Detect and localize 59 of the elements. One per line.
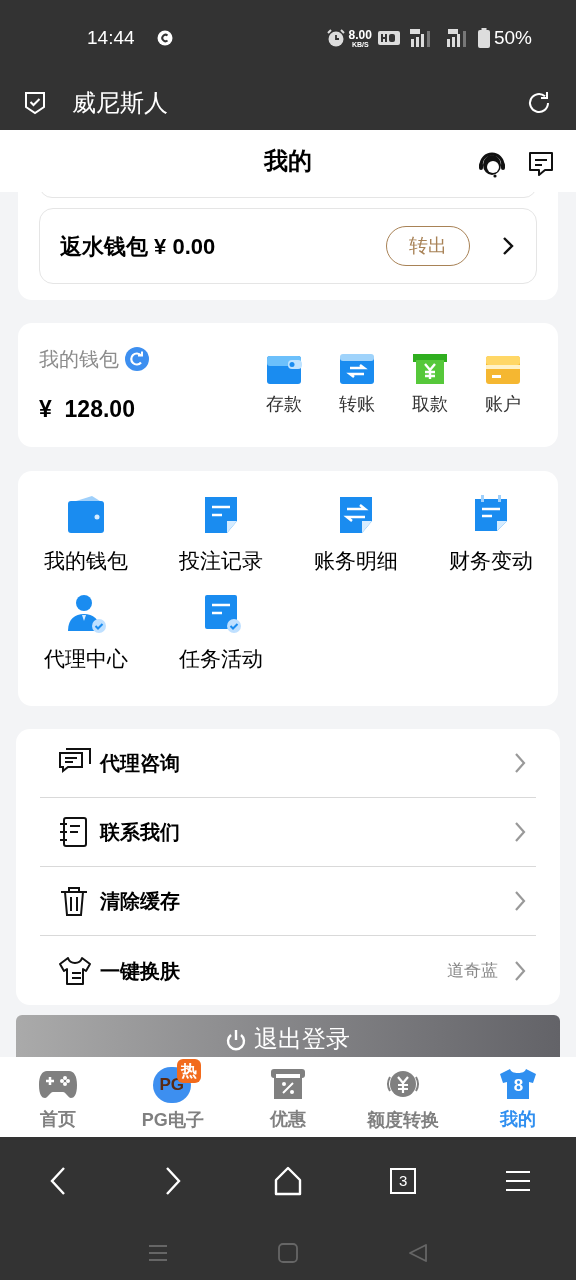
chevron-right-icon (514, 959, 526, 982)
wallet-action-link[interactable]: 转账 (339, 391, 376, 418)
home-button-icon[interactable] (278, 1242, 298, 1263)
wallet-title: 我的钱包 (39, 346, 119, 372)
discount-box-icon (270, 1067, 306, 1100)
chevron-right-icon[interactable] (502, 236, 514, 256)
signal-icon (409, 29, 432, 47)
tabs-counter[interactable]: 3 (390, 1168, 417, 1194)
menu-label: 清除缓存 (100, 889, 180, 914)
shirt-icon (58, 954, 92, 987)
menu-item[interactable]: 代理咨询 (40, 729, 536, 798)
menu-item[interactable]: 一键换肤 道奇蓝 (40, 936, 536, 1005)
chevron-right-icon (514, 890, 526, 912)
message-icon[interactable] (528, 151, 554, 177)
chevron-right-icon (514, 752, 526, 774)
back-button-icon[interactable] (408, 1242, 428, 1263)
shortcut-link[interactable]: 我的钱包 (43, 545, 128, 577)
shortcut-link[interactable]: 投注记录 (178, 545, 263, 577)
alarm-icon (325, 28, 346, 48)
transfer-icon[interactable] (339, 352, 376, 386)
menu-label: 一键换肤 (100, 958, 180, 984)
forward-icon[interactable] (163, 1166, 182, 1196)
page-title: 威尼斯人 (72, 88, 168, 118)
menu-item[interactable]: 联系我们 (40, 798, 536, 867)
power-icon (226, 1029, 246, 1051)
wallet-action-link[interactable]: 取款 (411, 391, 448, 418)
wallet-action-link[interactable]: 账户 (484, 391, 521, 418)
shortcut-link[interactable]: 财务变动 (448, 545, 533, 577)
recent-apps-icon[interactable] (148, 1243, 168, 1262)
header-title: 我的 (264, 146, 312, 176)
menu-label: 联系我们 (100, 820, 180, 845)
battery-level: 50% (493, 25, 532, 50)
battery-icon (477, 28, 490, 48)
menu-label: 代理咨询 (100, 751, 180, 776)
shortcut-link[interactable]: 任务活动 (178, 642, 263, 674)
shortcut-link[interactable]: 代理中心 (43, 642, 128, 674)
clock-time: 14:44 (87, 25, 135, 50)
refresh-icon[interactable] (526, 90, 552, 116)
network-speed: 8.00 (348, 28, 372, 41)
jersey-icon: 8 (499, 1067, 538, 1100)
menu-icon[interactable] (505, 1170, 532, 1192)
shortcut-link[interactable]: 账务明细 (313, 545, 398, 577)
home-icon[interactable] (274, 1166, 302, 1196)
shield-check-icon[interactable] (24, 91, 46, 115)
nav-tab[interactable]: 优惠 (230, 1057, 346, 1137)
back-icon[interactable] (48, 1166, 67, 1196)
rebate-balance: 返水钱包 ¥ 0.00 (60, 232, 216, 261)
chevron-right-icon (514, 821, 526, 843)
wallet-balance: ¥ 128.00 (39, 394, 136, 424)
menu-value: 道奇蓝 (447, 959, 498, 982)
logout-button[interactable]: 退出登录 (16, 1015, 560, 1057)
hd-icon (377, 31, 400, 45)
nav-tab[interactable]: 首页 (0, 1057, 116, 1137)
withdraw-icon[interactable] (411, 352, 448, 386)
menu-item[interactable]: 清除缓存 (40, 867, 536, 936)
wallet-action-link[interactable]: 存款 (266, 391, 303, 418)
app-notification-icon (156, 30, 173, 46)
customer-service-icon[interactable] (478, 150, 506, 178)
nav-tab[interactable]: 额度转换 (345, 1057, 461, 1137)
